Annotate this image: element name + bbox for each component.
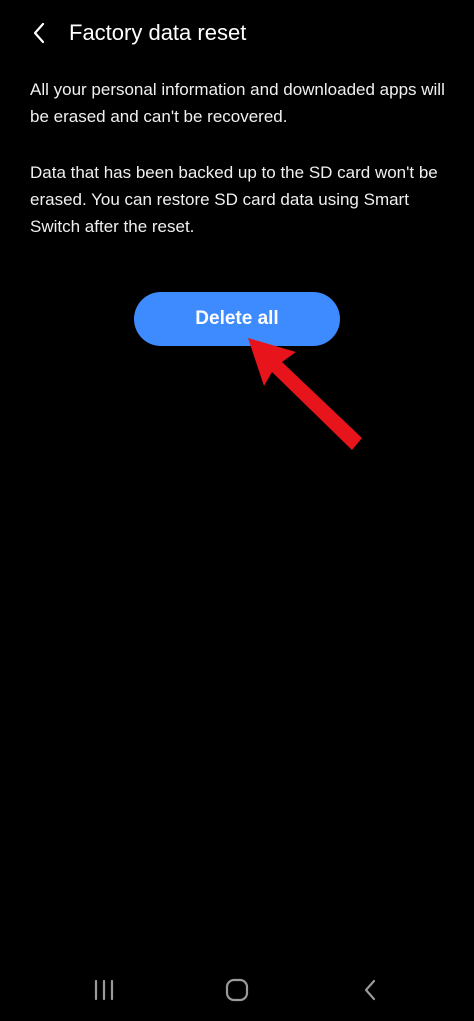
back-button[interactable] xyxy=(22,16,56,50)
navigation-bar xyxy=(0,958,474,1021)
home-button[interactable] xyxy=(215,970,259,1010)
app-header: Factory data reset xyxy=(0,0,474,66)
description-paragraph-1: All your personal information and downlo… xyxy=(30,80,445,126)
description-paragraph-2: Data that has been backed up to the SD c… xyxy=(30,163,438,236)
reset-description: All your personal information and downlo… xyxy=(30,76,450,240)
home-icon xyxy=(225,978,249,1002)
recents-button[interactable] xyxy=(82,970,126,1010)
page-title: Factory data reset xyxy=(69,20,247,45)
chevron-left-icon xyxy=(33,22,45,44)
red-arrow-icon xyxy=(248,338,362,450)
back-chevron-icon xyxy=(364,979,376,1001)
system-back-button[interactable] xyxy=(348,970,392,1010)
recents-icon xyxy=(94,979,114,1001)
